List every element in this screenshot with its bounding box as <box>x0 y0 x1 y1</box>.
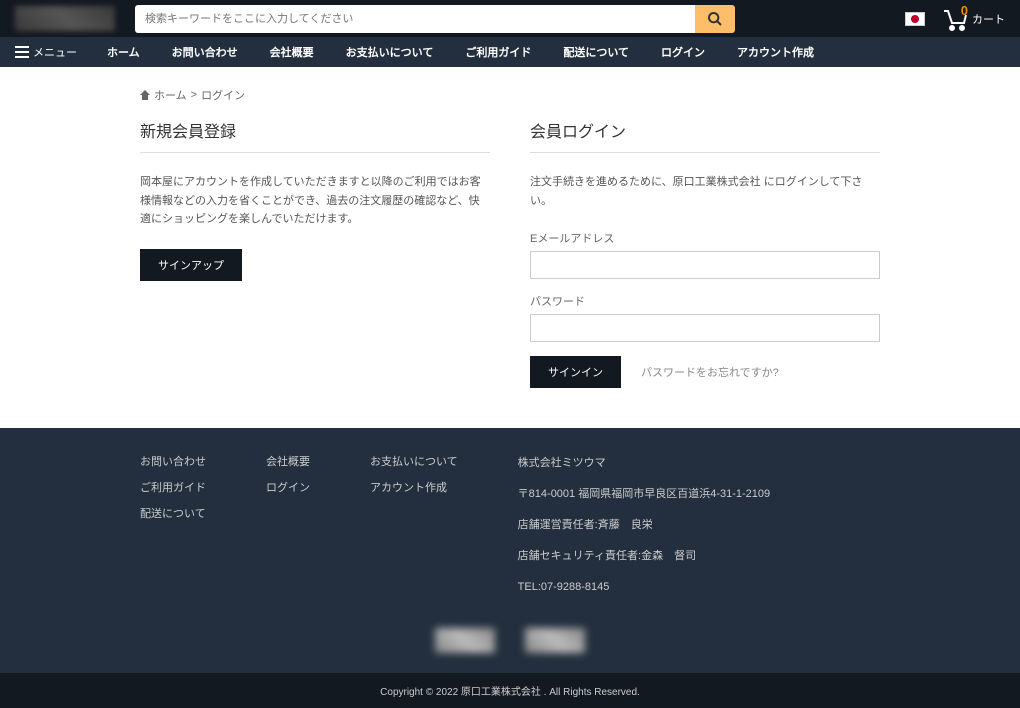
nav-link-shipping[interactable]: 配送について <box>563 44 629 60</box>
company-tel: TEL:07-9288-8145 <box>518 577 770 598</box>
search-button[interactable] <box>695 5 735 33</box>
payment-logo-2 <box>525 628 585 653</box>
breadcrumb-current: ログイン <box>201 87 245 103</box>
login-panel: 会員ログイン 注文手続きを進めるために、原口工業株式会社 にログインして下さい。… <box>530 118 880 388</box>
cart-count: 0 <box>961 3 968 18</box>
signin-row: サインイン パスワードをお忘れですか? <box>530 356 880 388</box>
copyright: Copyright © 2022 原口工業株式会社 . All Rights R… <box>0 673 1020 708</box>
nav-link-payment[interactable]: お支払いについて <box>346 44 434 60</box>
company-address: 〒814-0001 福岡県福岡市早良区百道浜4-31-1-2109 <box>518 484 770 505</box>
cart-link[interactable]: 0 カート <box>940 7 1005 31</box>
footer-col-3: お支払いについて アカウント作成 <box>370 453 458 597</box>
nav-link-guide[interactable]: ご利用ガイド <box>465 44 531 60</box>
search-form <box>135 5 735 33</box>
footer-link-payment[interactable]: お支払いについて <box>370 453 458 469</box>
main-content: ホーム > ログイン 新規会員登録 岡本屋にアカウントを作成していただきますと以… <box>140 67 880 428</box>
footer-col-1: お問い合わせ ご利用ガイド 配送について <box>140 453 206 597</box>
login-desc: 注文手続きを進めるために、原口工業株式会社 にログインして下さい。 <box>530 173 880 210</box>
footer: お問い合わせ ご利用ガイド 配送について 会社概要 ログイン お支払いについて … <box>0 428 1020 707</box>
breadcrumb: ホーム > ログイン <box>140 87 880 103</box>
company-info: 株式会社ミツウマ 〒814-0001 福岡県福岡市早良区百道浜4-31-1-21… <box>518 453 770 597</box>
breadcrumb-home[interactable]: ホーム <box>154 87 187 103</box>
forgot-password-link[interactable]: パスワードをお忘れですか? <box>641 364 779 380</box>
footer-link-register[interactable]: アカウント作成 <box>370 479 458 495</box>
home-icon <box>140 90 150 100</box>
cart-label: カート <box>972 11 1005 27</box>
nav-link-home[interactable]: ホーム <box>107 44 140 60</box>
company-security: 店舗セキュリティ責任者:金森 督司 <box>518 546 770 567</box>
payment-logo-1 <box>435 628 495 653</box>
footer-link-contact[interactable]: お問い合わせ <box>140 453 206 469</box>
password-field[interactable] <box>530 314 880 342</box>
footer-link-shipping[interactable]: 配送について <box>140 505 206 521</box>
hamburger-icon <box>15 46 29 58</box>
auth-columns: 新規会員登録 岡本屋にアカウントを作成していただきますと以降のご利用ではお客様情… <box>140 118 880 388</box>
register-desc: 岡本屋にアカウントを作成していただきますと以降のご利用ではお客様情報などの入力を… <box>140 173 490 229</box>
footer-logos <box>0 598 1020 673</box>
footer-columns: お問い合わせ ご利用ガイド 配送について 会社概要 ログイン お支払いについて … <box>140 453 880 597</box>
footer-link-guide[interactable]: ご利用ガイド <box>140 479 206 495</box>
nav-link-contact[interactable]: お問い合わせ <box>172 44 238 60</box>
search-input[interactable] <box>135 5 695 33</box>
flag-jp-icon[interactable] <box>905 12 925 26</box>
footer-col-2: 会社概要 ログイン <box>266 453 310 597</box>
cart-icon: 0 <box>940 7 970 31</box>
nav-links: ホーム お問い合わせ 会社概要 お支払いについて ご利用ガイド 配送について ロ… <box>107 44 814 60</box>
nav-link-company[interactable]: 会社概要 <box>270 44 314 60</box>
breadcrumb-separator: > <box>191 89 197 101</box>
email-field[interactable] <box>530 251 880 279</box>
header-right: 0 カート <box>905 7 1005 31</box>
nav-link-login[interactable]: ログイン <box>661 44 705 60</box>
footer-link-company[interactable]: 会社概要 <box>266 453 310 469</box>
nav-link-register[interactable]: アカウント作成 <box>737 44 814 60</box>
company-name: 株式会社ミツウマ <box>518 453 770 474</box>
password-group: パスワード <box>530 293 880 342</box>
signup-button[interactable]: サインアップ <box>140 249 242 281</box>
menu-label: メニュー <box>33 44 77 60</box>
search-icon <box>707 11 723 27</box>
login-title: 会員ログイン <box>530 118 880 153</box>
email-label: Eメールアドレス <box>530 230 880 246</box>
email-group: Eメールアドレス <box>530 230 880 279</box>
footer-link-login[interactable]: ログイン <box>266 479 310 495</box>
company-manager: 店舗運営責任者:斉藤 良栄 <box>518 515 770 536</box>
site-logo[interactable] <box>15 6 115 31</box>
signin-button[interactable]: サインイン <box>530 356 621 388</box>
register-panel: 新規会員登録 岡本屋にアカウントを作成していただきますと以降のご利用ではお客様情… <box>140 118 490 388</box>
register-title: 新規会員登録 <box>140 118 490 153</box>
nav-bar: メニュー ホーム お問い合わせ 会社概要 お支払いについて ご利用ガイド 配送に… <box>0 37 1020 67</box>
menu-toggle[interactable]: メニュー <box>15 44 77 60</box>
password-label: パスワード <box>530 293 880 309</box>
header-top: 0 カート <box>0 0 1020 37</box>
